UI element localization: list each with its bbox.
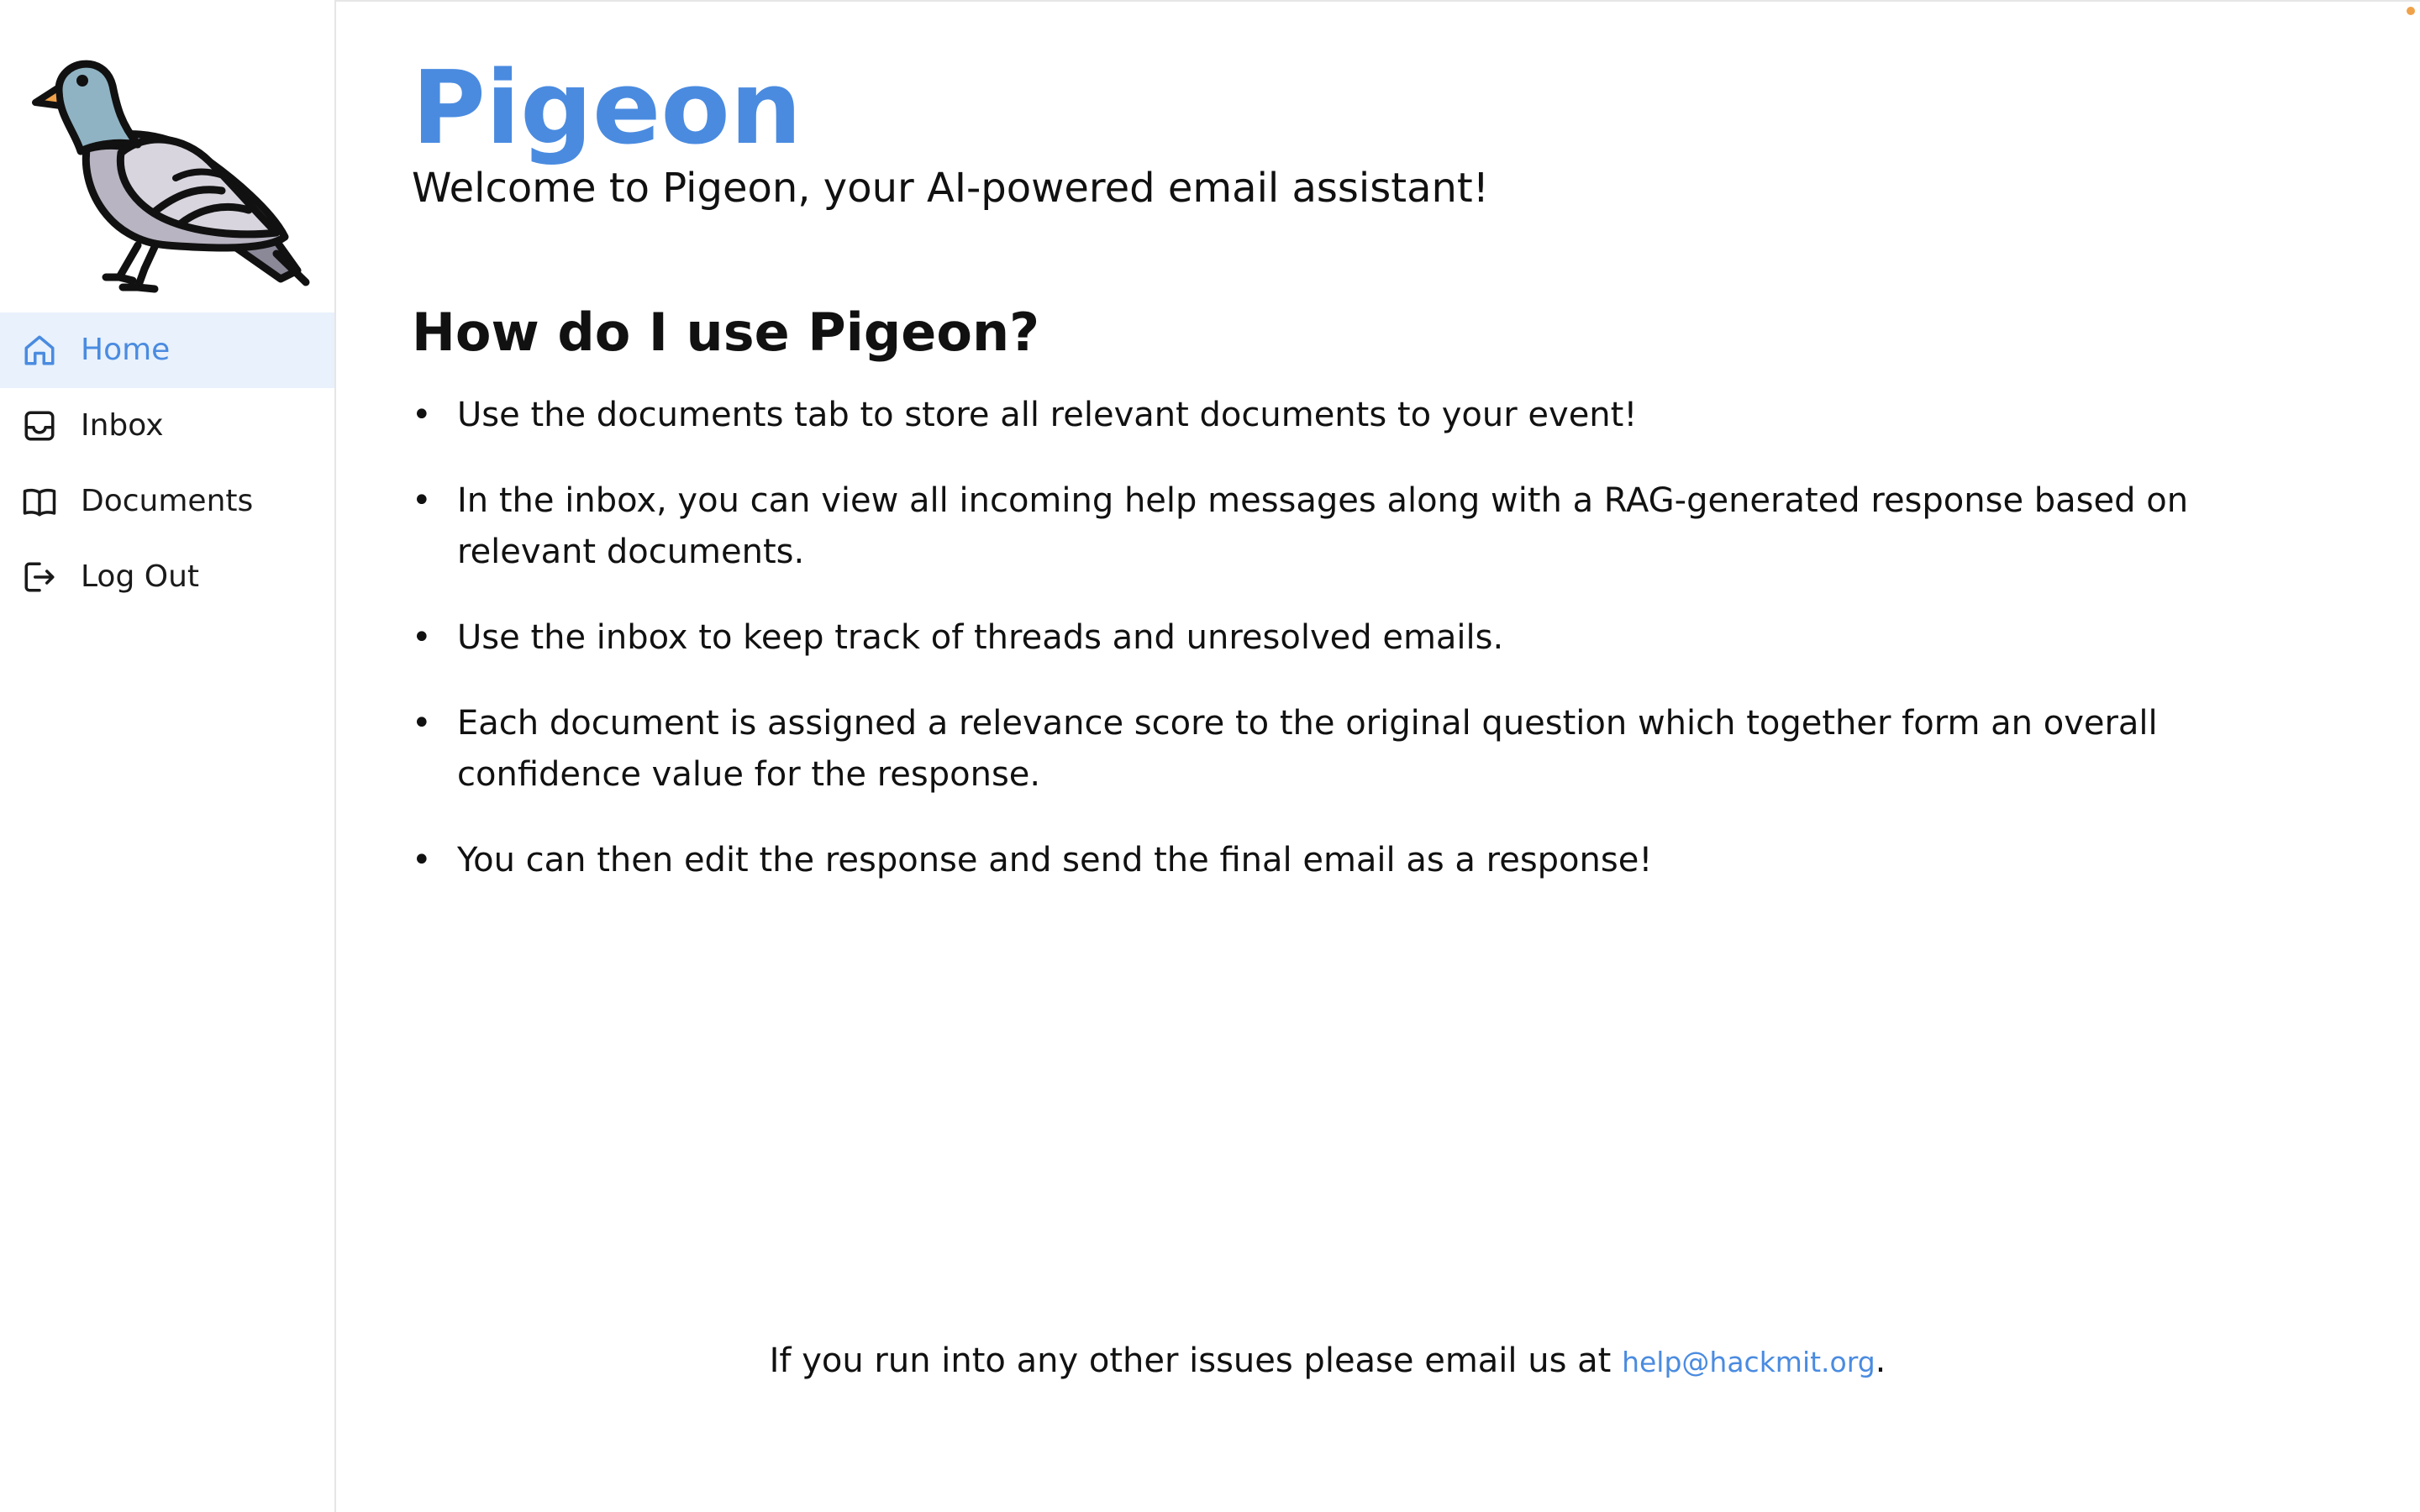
page-title: Pigeon bbox=[412, 50, 802, 167]
pigeon-logo-icon bbox=[32, 60, 310, 293]
step-text: You can then edit the response and send … bbox=[457, 841, 1653, 879]
inbox-icon bbox=[24, 411, 55, 441]
sidebar-item-label: Inbox bbox=[81, 408, 164, 443]
sidebar-nav: Home Inbox Documents Log Out bbox=[0, 312, 334, 615]
list-item: • In the inbox, you can view all incomin… bbox=[412, 475, 2244, 578]
logout-icon bbox=[24, 562, 55, 592]
main-content: Pigeon Welcome to Pigeon, your AI-powere… bbox=[412, 0, 2344, 1512]
step-text: In the inbox, you can view all incoming … bbox=[457, 481, 2189, 571]
usage-steps-list: • Use the documents tab to store all rel… bbox=[412, 390, 2244, 921]
step-text: Use the inbox to keep track of threads a… bbox=[457, 618, 1504, 657]
step-text: Each document is assigned a relevance sc… bbox=[457, 704, 2158, 794]
sidebar: Home Inbox Documents Log Out bbox=[0, 0, 336, 1512]
sidebar-item-documents[interactable]: Documents bbox=[0, 464, 334, 539]
bullet: • bbox=[412, 618, 432, 657]
sidebar-item-label: Home bbox=[81, 333, 171, 367]
bullet: • bbox=[412, 704, 432, 743]
book-icon bbox=[23, 488, 56, 517]
home-icon bbox=[24, 335, 55, 365]
list-item: • Use the inbox to keep track of threads… bbox=[412, 612, 2244, 664]
sidebar-item-home[interactable]: Home bbox=[0, 312, 334, 388]
sidebar-item-label: Documents bbox=[81, 484, 254, 518]
page-subtitle: Welcome to Pigeon, your AI-powered email… bbox=[412, 165, 1489, 212]
footer-text: If you run into any other issues please … bbox=[769, 1341, 1623, 1380]
app-window: Home Inbox Documents Log Out Pigeon Welc… bbox=[0, 0, 2420, 1512]
list-item: • Each document is assigned a relevance … bbox=[412, 698, 2244, 801]
list-item: • You can then edit the response and sen… bbox=[412, 835, 2244, 886]
list-item: • Use the documents tab to store all rel… bbox=[412, 390, 2244, 441]
status-dot-icon bbox=[2407, 7, 2415, 15]
footer-suffix: . bbox=[1875, 1341, 1886, 1380]
support-email-link[interactable]: help@hackmit.org bbox=[1622, 1346, 1876, 1378]
sidebar-item-label: Log Out bbox=[81, 559, 200, 594]
bullet: • bbox=[412, 396, 432, 434]
sidebar-item-logout[interactable]: Log Out bbox=[0, 539, 334, 615]
section-heading: How do I use Pigeon? bbox=[412, 302, 1040, 363]
help-footer: If you run into any other issues please … bbox=[412, 1334, 2244, 1389]
step-text: Use the documents tab to store all relev… bbox=[457, 396, 1638, 434]
bullet: • bbox=[412, 841, 432, 879]
bullet: • bbox=[412, 481, 432, 520]
sidebar-item-inbox[interactable]: Inbox bbox=[0, 388, 334, 464]
